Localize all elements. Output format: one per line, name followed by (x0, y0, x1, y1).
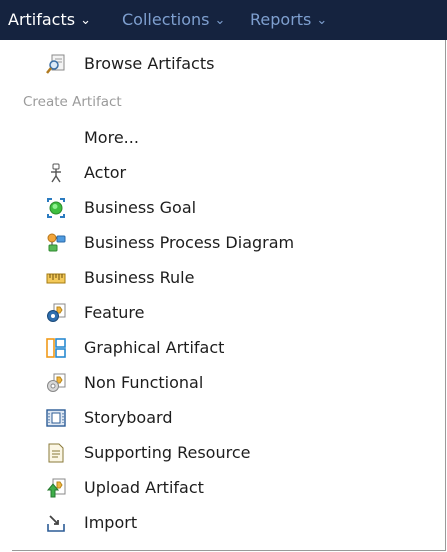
business-process-diagram-icon (46, 233, 66, 253)
nav-collections-label: Collections (122, 10, 210, 29)
top-navigation-bar: Artifacts ⌄ Collections ⌄ Reports ⌄ (0, 0, 447, 40)
menu-item-label: More... (84, 128, 139, 147)
menu-item-label: Supporting Resource (84, 443, 251, 462)
menu-item-label: Graphical Artifact (84, 338, 225, 357)
menu-item-non-functional[interactable]: Non Functional (12, 368, 412, 398)
menu-item-label: Upload Artifact (84, 478, 204, 497)
nav-collections-menu[interactable]: Collections ⌄ (122, 10, 225, 30)
menu-item-label: Business Goal (84, 198, 197, 217)
menu-item-business-process-diagram[interactable]: Business Process Diagram (12, 228, 412, 258)
menu-item-import[interactable]: Import (12, 508, 412, 538)
nav-artifacts-menu[interactable]: Artifacts ⌄ (8, 10, 91, 30)
menu-item-feature[interactable]: Feature (12, 298, 412, 328)
business-rule-icon (46, 268, 66, 288)
menu-item-more[interactable]: More... (12, 123, 412, 153)
browse-artifacts-icon (46, 54, 66, 74)
menu-item-label: Business Process Diagram (84, 233, 295, 252)
upload-artifact-icon (46, 478, 66, 498)
menu-item-label: Feature (84, 303, 145, 322)
menu-item-storyboard[interactable]: Storyboard (12, 403, 412, 433)
nav-artifacts-label: Artifacts (8, 10, 76, 29)
feature-icon (46, 303, 66, 323)
chevron-down-icon: ⌄ (80, 13, 91, 28)
menu-item-upload-artifact[interactable]: Upload Artifact (12, 473, 412, 503)
business-goal-icon (46, 198, 66, 218)
supporting-resource-icon (46, 443, 66, 463)
menu-item-label: Import (84, 513, 138, 532)
actor-icon (46, 163, 66, 183)
menu-item-label: Actor (84, 163, 127, 182)
menu-item-label: Storyboard (84, 408, 173, 427)
menu-item-business-rule[interactable]: Business Rule (12, 263, 412, 293)
nav-reports-label: Reports (250, 10, 312, 29)
menu-item-label: Business Rule (84, 268, 195, 287)
menu-item-label: Non Functional (84, 373, 204, 392)
nav-reports-menu[interactable]: Reports ⌄ (250, 10, 327, 30)
graphical-artifact-icon (46, 338, 66, 358)
menu-item-browse-artifacts[interactable]: Browse Artifacts (12, 49, 412, 79)
create-artifact-section-header: Create Artifact (23, 94, 122, 110)
artifacts-dropdown-menu: Browse Artifacts Create Artifact More...… (12, 40, 446, 551)
chevron-down-icon: ⌄ (316, 13, 328, 28)
storyboard-icon (46, 408, 66, 428)
import-icon (46, 513, 66, 533)
menu-item-graphical-artifact[interactable]: Graphical Artifact (12, 333, 412, 363)
chevron-down-icon: ⌄ (214, 13, 226, 28)
menu-item-supporting-resource[interactable]: Supporting Resource (12, 438, 412, 468)
menu-item-label: Browse Artifacts (84, 54, 215, 73)
menu-item-business-goal[interactable]: Business Goal (12, 193, 412, 223)
non-functional-icon (46, 373, 66, 393)
menu-item-actor[interactable]: Actor (12, 158, 412, 188)
